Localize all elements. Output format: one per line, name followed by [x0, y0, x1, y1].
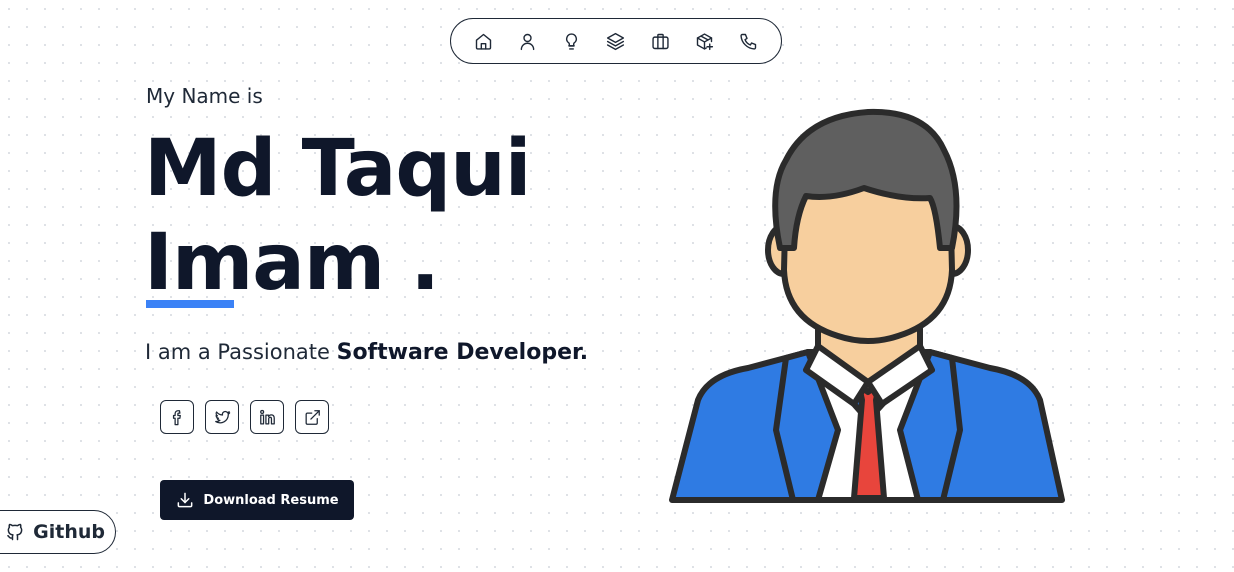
- github-icon: [7, 523, 23, 541]
- top-nav: [450, 18, 782, 64]
- nav-projects[interactable]: [691, 27, 719, 55]
- external-link-icon: [305, 409, 320, 425]
- layers-icon: [607, 32, 625, 50]
- download-label: Download Resume: [203, 492, 339, 508]
- name-line-1: Md Taqui: [144, 124, 532, 214]
- download-resume-button[interactable]: Download Resume: [160, 480, 354, 520]
- twitter-link[interactable]: [205, 400, 239, 434]
- twitter-icon: [214, 410, 230, 423]
- tagline-role: Software Developer.: [336, 340, 589, 365]
- tagline: I am a Passionate Software Developer.: [145, 340, 588, 365]
- external-link[interactable]: [295, 400, 329, 434]
- download-icon: [177, 492, 193, 508]
- nav-stack[interactable]: [602, 27, 630, 55]
- nav-experience[interactable]: [646, 27, 674, 55]
- accent-underline: [146, 300, 234, 308]
- facebook-link[interactable]: [160, 400, 194, 434]
- home-icon: [475, 33, 491, 50]
- nav-about[interactable]: [513, 27, 541, 55]
- lightbulb-icon: [566, 32, 578, 50]
- github-label: Github: [33, 521, 105, 543]
- name-line-2: Imam .: [144, 218, 440, 308]
- facebook-icon: [172, 409, 181, 425]
- hero-name: Md Taqui Imam .: [144, 122, 664, 310]
- nav-skills[interactable]: [558, 27, 586, 55]
- phone-icon: [740, 33, 757, 50]
- developer-avatar-illustration: [669, 108, 1065, 503]
- briefcase-icon: [652, 33, 669, 49]
- nav-contact[interactable]: [735, 27, 763, 55]
- linkedin-icon: [259, 409, 275, 424]
- github-button[interactable]: Github: [0, 510, 116, 554]
- intro-text: My Name is: [146, 84, 263, 108]
- social-links: [160, 400, 329, 434]
- package-plus-icon: [696, 32, 714, 50]
- user-icon: [520, 33, 535, 50]
- linkedin-link[interactable]: [250, 400, 284, 434]
- tagline-prefix: I am a Passionate: [145, 340, 330, 364]
- nav-home[interactable]: [469, 27, 497, 55]
